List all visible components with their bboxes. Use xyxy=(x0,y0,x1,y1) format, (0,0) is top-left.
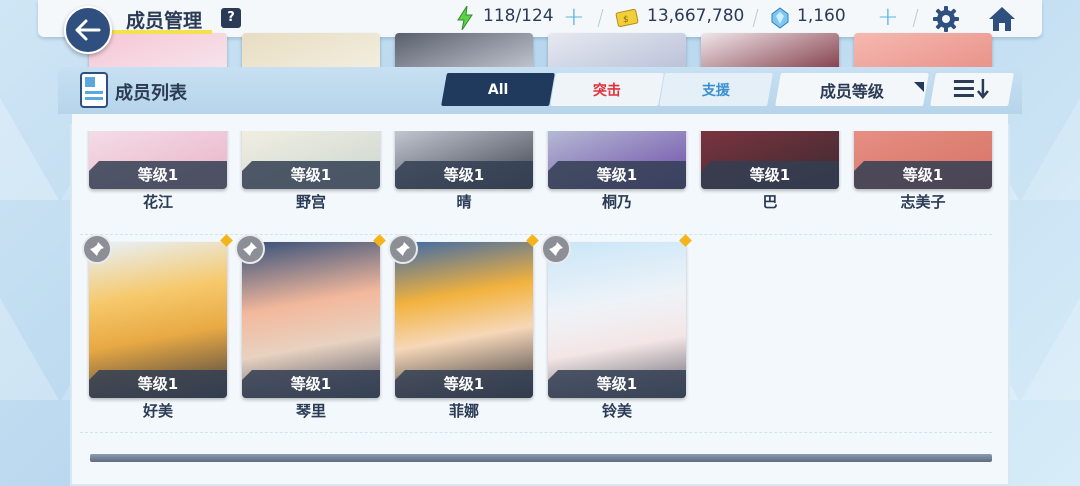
row-divider xyxy=(80,234,992,235)
level-label: 等级1 xyxy=(242,161,380,189)
credits-value: 13,667,780 xyxy=(647,6,745,26)
student-card[interactable]: 等级1 xyxy=(89,242,227,398)
student-name: 野宫 xyxy=(295,193,326,211)
panel-header-mask xyxy=(72,114,1008,131)
student-name: 好美 xyxy=(142,402,173,420)
student-card[interactable]: 等级1 xyxy=(395,242,533,398)
student-name: 桐乃 xyxy=(601,193,632,211)
gear-icon[interactable] xyxy=(932,5,960,37)
student-name: 巴 xyxy=(762,193,778,211)
tab-all[interactable]: All xyxy=(441,73,555,106)
pin-icon[interactable] xyxy=(235,234,265,264)
pin-icon[interactable] xyxy=(541,234,571,264)
student-name: 花江 xyxy=(142,193,173,211)
dropdown-triangle-icon xyxy=(914,77,924,96)
level-label: 等级1 xyxy=(242,370,380,398)
tab-strike[interactable]: 突击 xyxy=(550,73,664,106)
gems-value: 1,160 xyxy=(797,6,846,26)
page-title: 成员管理 xyxy=(126,10,203,32)
back-arrow-icon xyxy=(75,19,101,41)
panel-title: 成员列表 xyxy=(115,83,187,104)
student-card[interactable]: 等级1 xyxy=(242,242,380,398)
pin-icon[interactable] xyxy=(388,234,418,264)
level-label: 等级1 xyxy=(854,161,992,189)
level-label: 等级1 xyxy=(548,370,686,398)
gems-add-button[interactable]: + xyxy=(877,3,899,31)
student-name: 铃美 xyxy=(601,402,632,420)
sort-dropdown[interactable]: 成员等级 xyxy=(775,73,929,106)
back-button[interactable] xyxy=(64,6,112,54)
tab-support[interactable]: 支援 xyxy=(659,73,773,106)
student-name: 志美子 xyxy=(900,193,946,211)
level-label: 等级1 xyxy=(548,161,686,189)
svg-text:$: $ xyxy=(623,15,629,25)
ap-bolt-icon xyxy=(457,5,473,34)
level-label: 等级1 xyxy=(89,370,227,398)
sort-order-button[interactable] xyxy=(930,73,1014,106)
help-icon[interactable]: ? xyxy=(221,8,241,28)
gem-icon xyxy=(771,7,789,33)
credit-icon: $ xyxy=(615,8,639,32)
level-label: 等级1 xyxy=(395,370,533,398)
student-name: 晴 xyxy=(456,193,472,211)
level-label: 等级1 xyxy=(701,161,839,189)
pin-icon[interactable] xyxy=(82,234,112,264)
horizontal-scrollbar[interactable] xyxy=(90,454,992,462)
student-card-icon xyxy=(79,71,109,113)
student-name: 菲娜 xyxy=(448,402,479,420)
sort-order-icon xyxy=(954,78,989,99)
ap-add-button[interactable]: + xyxy=(563,3,585,31)
level-label: 等级1 xyxy=(89,161,227,189)
ap-value: 118/124 xyxy=(483,6,554,26)
row-divider xyxy=(80,432,992,433)
student-name: 琴里 xyxy=(295,402,326,420)
student-card[interactable]: 等级1 xyxy=(548,242,686,398)
level-label: 等级1 xyxy=(395,161,533,189)
home-icon[interactable] xyxy=(987,5,1017,37)
